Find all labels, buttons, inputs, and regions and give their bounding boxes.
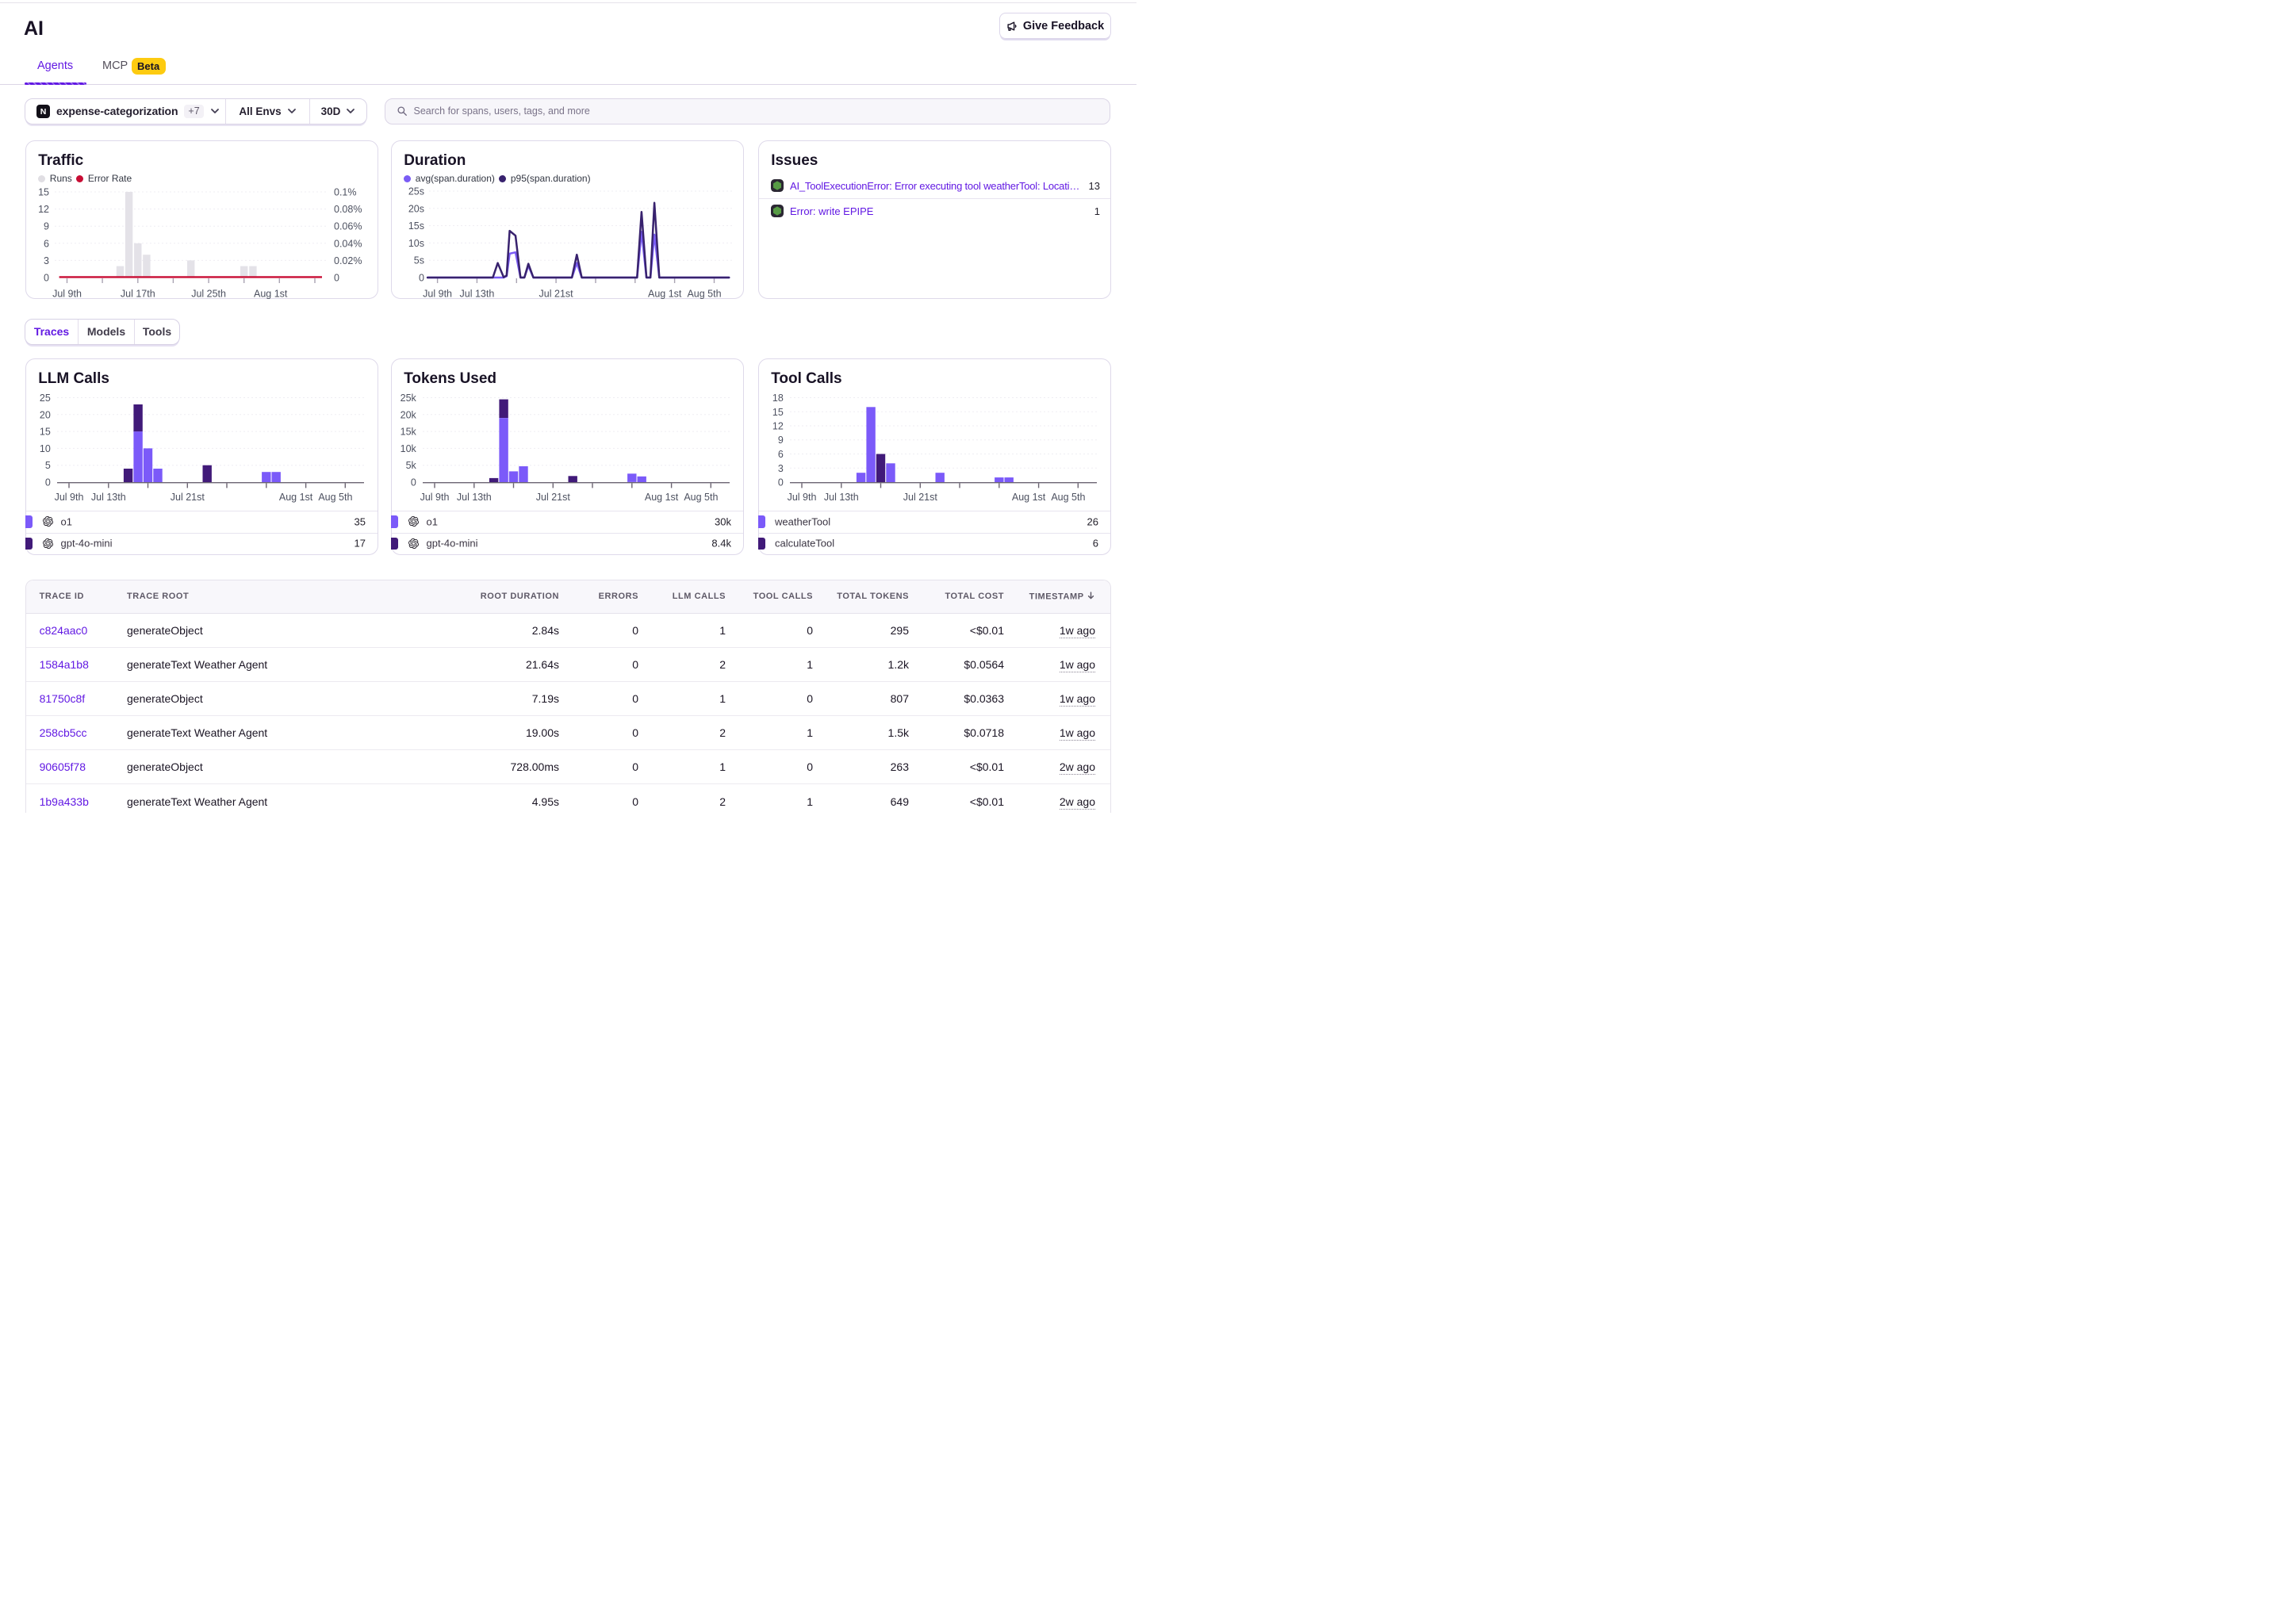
svg-text:0: 0: [419, 273, 424, 284]
svg-text:Jul 9th: Jul 9th: [52, 289, 82, 300]
svg-text:Jul 9th: Jul 9th: [420, 492, 450, 503]
svg-text:Jul 9th: Jul 9th: [788, 492, 817, 503]
svg-text:20: 20: [40, 409, 51, 420]
svg-text:Jul 25th: Jul 25th: [191, 289, 226, 300]
svg-text:18: 18: [772, 393, 784, 404]
svg-text:3: 3: [44, 255, 49, 266]
svg-text:0: 0: [778, 477, 784, 488]
svg-text:6: 6: [778, 449, 784, 460]
svg-text:0.04%: 0.04%: [334, 238, 362, 249]
svg-text:Jul 21st: Jul 21st: [171, 492, 205, 503]
svg-text:Aug 5th: Aug 5th: [1051, 492, 1085, 503]
svg-text:Jul 21st: Jul 21st: [539, 289, 574, 300]
svg-text:25: 25: [40, 393, 51, 404]
svg-text:20s: 20s: [408, 203, 424, 214]
svg-text:0: 0: [44, 273, 49, 284]
svg-text:15: 15: [40, 426, 51, 437]
svg-text:12: 12: [772, 420, 784, 431]
svg-text:Aug 5th: Aug 5th: [687, 289, 721, 300]
svg-text:Jul 13th: Jul 13th: [91, 492, 126, 503]
svg-text:10k: 10k: [401, 442, 417, 454]
svg-text:Jul 13th: Jul 13th: [457, 492, 492, 503]
svg-text:N: N: [40, 107, 47, 117]
svg-text:9: 9: [778, 435, 784, 446]
svg-text:Aug 1st: Aug 1st: [648, 289, 682, 300]
svg-text:15k: 15k: [401, 426, 417, 437]
svg-text:3: 3: [778, 462, 784, 473]
svg-text:15: 15: [772, 406, 784, 417]
svg-text:9: 9: [44, 221, 49, 232]
svg-text:0.08%: 0.08%: [334, 204, 362, 215]
svg-text:0.02%: 0.02%: [334, 255, 362, 266]
svg-text:Jul 9th: Jul 9th: [423, 289, 452, 300]
svg-text:15s: 15s: [408, 220, 424, 232]
svg-text:Jul 21st: Jul 21st: [536, 492, 571, 503]
svg-text:Aug 5th: Aug 5th: [318, 492, 352, 503]
svg-text:Aug 1st: Aug 1st: [645, 492, 679, 503]
svg-text:10: 10: [40, 442, 51, 454]
svg-text:25s: 25s: [408, 186, 424, 197]
svg-text:12: 12: [38, 204, 49, 215]
svg-text:5s: 5s: [414, 255, 424, 266]
svg-text:10s: 10s: [408, 238, 424, 249]
svg-text:Aug 1st: Aug 1st: [279, 492, 313, 503]
svg-text:0.06%: 0.06%: [334, 221, 362, 232]
svg-text:0: 0: [334, 273, 339, 284]
svg-text:6: 6: [44, 238, 49, 249]
svg-text:Jul 13th: Jul 13th: [824, 492, 859, 503]
svg-text:15: 15: [38, 187, 49, 198]
svg-text:Jul 17th: Jul 17th: [121, 289, 155, 300]
svg-text:0: 0: [411, 477, 416, 488]
svg-text:5k: 5k: [406, 460, 417, 471]
svg-text:Aug 1st: Aug 1st: [1012, 492, 1046, 503]
svg-text:Aug 5th: Aug 5th: [684, 492, 718, 503]
svg-text:25k: 25k: [401, 393, 417, 404]
svg-text:5: 5: [45, 460, 51, 471]
svg-text:Jul 21st: Jul 21st: [903, 492, 938, 503]
svg-text:Jul 9th: Jul 9th: [55, 492, 84, 503]
svg-text:20k: 20k: [401, 409, 417, 420]
svg-text:0: 0: [45, 477, 51, 488]
svg-text:0.1%: 0.1%: [334, 187, 357, 198]
svg-text:Aug 1st: Aug 1st: [254, 289, 288, 300]
svg-text:Jul 13th: Jul 13th: [460, 289, 495, 300]
